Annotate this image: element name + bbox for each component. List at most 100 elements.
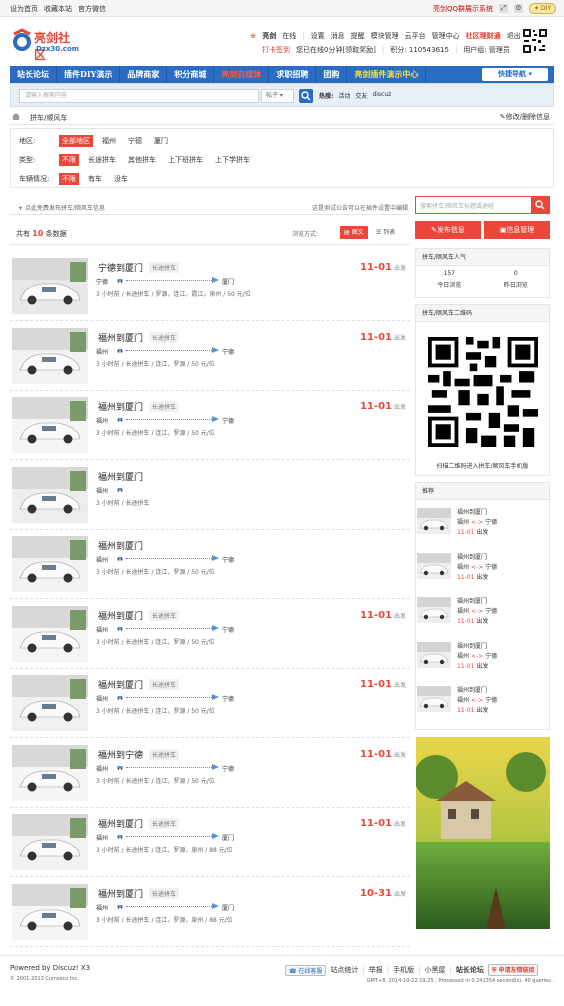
- nav-item-brands[interactable]: 品牌商家: [120, 66, 168, 83]
- recommend-item[interactable]: 福州到厦门 福州 <-> 宁德 11-01 出发: [417, 684, 550, 728]
- listing-item[interactable]: 福州到厦门 长途拼车 福州 宁德 3 小时前 / 长途拼车 / 连江，罗源 / 50 元…: [10, 669, 410, 738]
- bookmark-link[interactable]: 收藏本站: [44, 4, 72, 14]
- nav-item-plugin-center[interactable]: 亮剑插件演示中心: [347, 66, 427, 83]
- listing-item[interactable]: 福州到厦门 长途拼车 福州 宁德 3 小时前 / 长途拼车 / 连江，罗源 / 50 元…: [10, 600, 410, 669]
- home-icon[interactable]: [12, 113, 20, 120]
- footer-link-blackroom[interactable]: 小黑屋: [425, 965, 446, 975]
- footer-link-report[interactable]: 举报: [369, 965, 383, 975]
- admin-center-link[interactable]: 管理中心: [432, 31, 460, 41]
- online-service-button[interactable]: ☎ 在线客服: [285, 964, 327, 976]
- set-homepage-link[interactable]: 设为首页: [10, 4, 38, 14]
- signin-link[interactable]: 打卡签到: [262, 45, 290, 55]
- sidebar-search-button[interactable]: [531, 197, 549, 213]
- listing-item[interactable]: 福州到厦门 长途拼车 福州 厦门 3 小时前 / 长途拼车 / 连江，罗源，泉州 / 8…: [10, 808, 410, 877]
- car-thumbnail[interactable]: [417, 508, 451, 534]
- nav-item-plugin-diy[interactable]: 插件DIY演示: [57, 66, 121, 83]
- hot-link[interactable]: 交友: [355, 91, 367, 100]
- edit-delete-link[interactable]: ✎修改/删除信息: [500, 112, 550, 122]
- recommend-title[interactable]: 福州到厦门: [457, 596, 487, 605]
- listing-item[interactable]: 福州到厦门 福州 3 小时前 / 长途拼车: [10, 461, 410, 530]
- filter-option[interactable]: 上下班拼车: [165, 154, 206, 166]
- view-list-button[interactable]: ☰ 列表: [372, 226, 399, 239]
- sidebar-search-input[interactable]: 搜索拼车/顺风车标题或途经: [420, 201, 494, 210]
- recommend-item[interactable]: 福州到厦门 福州 <-> 宁德 11-01 出发: [417, 595, 550, 639]
- listing-item[interactable]: 福州到厦门 福州 宁德 3 小时前 / 长途拼车 / 连江，罗源 / 50 元/位: [10, 530, 410, 599]
- listing-title-link[interactable]: 福州到厦门: [98, 609, 143, 622]
- listing-title-link[interactable]: 福州到厦门: [98, 400, 143, 413]
- car-thumbnail[interactable]: [417, 553, 451, 579]
- listing-title-link[interactable]: 福州到厦门: [98, 331, 143, 344]
- car-thumbnail[interactable]: [12, 606, 88, 662]
- listing-title-link[interactable]: 福州到厦门: [98, 817, 143, 830]
- wechat-link[interactable]: 官方微信: [78, 4, 106, 14]
- car-thumbnail[interactable]: [12, 884, 88, 940]
- listing-title-link[interactable]: 福州到宁德: [98, 748, 143, 761]
- filter-option[interactable]: 有车: [85, 173, 105, 185]
- car-thumbnail[interactable]: [12, 675, 88, 731]
- points-link[interactable]: 积分: 110543615: [390, 45, 449, 55]
- search-input[interactable]: 请输入搜索内容: [19, 89, 259, 103]
- car-thumbnail[interactable]: [12, 328, 88, 384]
- logout-link[interactable]: 退出: [507, 31, 521, 41]
- hot-link[interactable]: 活动: [338, 91, 350, 100]
- filter-option[interactable]: 厦门: [151, 135, 171, 147]
- ad-banner[interactable]: [416, 737, 550, 929]
- filter-option[interactable]: 宁德: [125, 135, 145, 147]
- finance-link[interactable]: 社区理财通: [466, 31, 501, 41]
- quick-nav-button[interactable]: 快捷导航 ▾: [482, 68, 548, 81]
- diy-button[interactable]: ✦ DIY: [529, 3, 556, 14]
- breadcrumb-current[interactable]: 拼车/顺风车: [30, 113, 67, 123]
- car-thumbnail[interactable]: [12, 536, 88, 592]
- recommend-title[interactable]: 福州到厦门: [457, 685, 487, 694]
- recommend-item[interactable]: 福州到厦门 福州 <-> 宁德 11-01 出发: [417, 551, 550, 595]
- search-button[interactable]: [299, 89, 313, 103]
- filter-option[interactable]: 福州: [99, 135, 119, 147]
- footer-link-mobile[interactable]: 手机版: [393, 965, 414, 975]
- filter-option[interactable]: 全部地区: [59, 135, 93, 147]
- filter-option[interactable]: 上下学拼车: [212, 154, 253, 166]
- listing-title-link[interactable]: 福州到厦门: [98, 539, 143, 552]
- hot-link[interactable]: discuz: [372, 91, 391, 100]
- qq-group-promo-link[interactable]: 亮剑QQ群展示系统: [433, 4, 493, 14]
- car-thumbnail[interactable]: [417, 642, 451, 668]
- friend-link-button[interactable]: ⛨ 申请友情链接: [487, 964, 539, 976]
- footer-link-webmaster[interactable]: 站长论坛: [456, 965, 484, 975]
- cloud-platform-link[interactable]: 云平台: [405, 31, 426, 41]
- recommend-title[interactable]: 福州到厦门: [457, 641, 487, 650]
- recommend-item[interactable]: 福州到厦门 福州 <-> 宁德 11-01 出发: [417, 506, 550, 550]
- car-thumbnail[interactable]: [12, 467, 88, 523]
- listing-item[interactable]: 福州到厦门 长途拼车 福州 厦门 3 小时前 / 长途拼车 / 连江，罗源，泉州 / 8…: [10, 878, 410, 947]
- reminders-link[interactable]: 提醒: [351, 31, 365, 41]
- module-manage-link[interactable]: 模块管理: [371, 31, 399, 41]
- view-graphic-button[interactable]: ▤ 图文: [340, 226, 368, 239]
- listing-item[interactable]: 福州到宁德 长途拼车 福州 宁德 3 小时前 / 长途拼车 / 连江，罗源 / 50 元…: [10, 739, 410, 808]
- listing-title-link[interactable]: 福州到厦门: [98, 678, 143, 691]
- footer-link-stats[interactable]: 站点统计: [330, 965, 358, 975]
- car-thumbnail[interactable]: [12, 814, 88, 870]
- post-info-button[interactable]: ✎发布信息: [415, 221, 481, 239]
- manage-info-button[interactable]: ▣信息管理: [484, 221, 550, 239]
- listing-title-link[interactable]: 宁德到厦门: [98, 261, 143, 274]
- filter-option[interactable]: 其他拼车: [125, 154, 159, 166]
- site-logo[interactable]: 亮剑社区 Dzx30.com: [10, 26, 80, 62]
- recommend-title[interactable]: 福州到厦门: [457, 507, 487, 516]
- car-thumbnail[interactable]: [417, 597, 451, 623]
- nav-item-points-mall[interactable]: 积分商城: [167, 66, 215, 83]
- username-link[interactable]: 亮剑: [262, 31, 276, 41]
- recommend-item[interactable]: 福州到厦门 福州 <-> 宁德 11-01 出发: [417, 640, 550, 684]
- nav-item-forum[interactable]: 站长论坛: [10, 66, 57, 83]
- filter-option[interactable]: 不限: [59, 154, 79, 166]
- messages-link[interactable]: 消息: [331, 31, 345, 41]
- listing-item[interactable]: 福州到厦门 长途拼车 福州 宁德 3 小时前 / 长途拼车 / 连江，罗源 / 50 元…: [10, 391, 410, 460]
- settings-link[interactable]: 设置: [311, 31, 325, 41]
- car-thumbnail[interactable]: [12, 258, 88, 314]
- filter-option[interactable]: 没车: [111, 173, 131, 185]
- user-group-link[interactable]: 用户组: 管理员: [463, 45, 510, 55]
- car-thumbnail[interactable]: [417, 686, 451, 712]
- filter-option[interactable]: 长途拼车: [85, 154, 119, 166]
- listing-title-link[interactable]: 福州到厦门: [98, 887, 143, 900]
- listing-item[interactable]: 福州到厦门 长途拼车 福州 宁德 3 小时前 / 长途拼车 / 连江，罗源 / 50 元…: [10, 322, 410, 391]
- listing-title-link[interactable]: 福州到厦门: [98, 470, 143, 483]
- settings-icon[interactable]: ⚙: [514, 4, 523, 13]
- nav-item-groupbuy[interactable]: 团购: [316, 66, 348, 83]
